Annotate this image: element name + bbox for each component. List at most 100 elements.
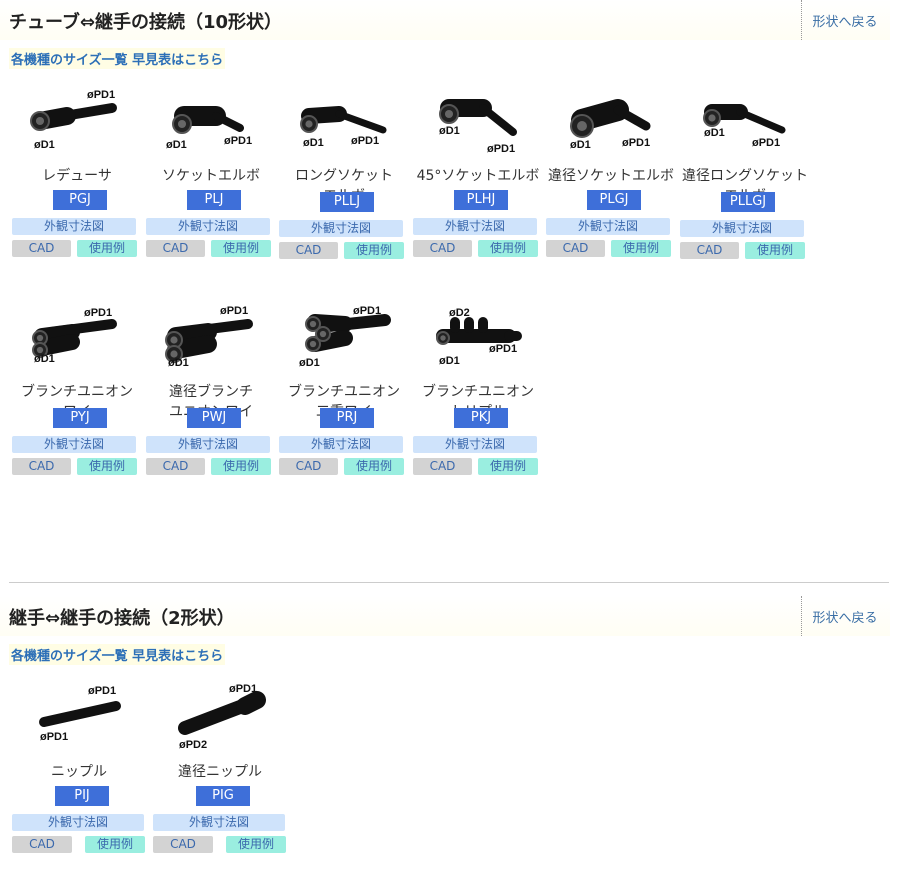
product-name[interactable]: ニップル <box>12 762 146 782</box>
product-code-badge[interactable]: PLLJ <box>320 192 374 212</box>
svg-text:øPD1: øPD1 <box>229 683 257 695</box>
svg-text:øD1: øD1 <box>303 137 324 149</box>
product-name[interactable]: レデューサ <box>12 166 142 186</box>
product-code-badge[interactable]: PIG <box>196 786 250 806</box>
branch-union-triple-icon[interactable]: øD2 øPD1 øD1 <box>413 302 543 374</box>
usage-example-button[interactable]: 使用例 <box>478 458 538 475</box>
cad-button[interactable]: CAD <box>279 458 338 475</box>
svg-text:øPD1: øPD1 <box>487 143 515 155</box>
usage-example-button[interactable]: 使用例 <box>745 242 805 259</box>
dimension-drawing-button[interactable]: 外観寸法図 <box>546 218 670 235</box>
svg-text:øD1: øD1 <box>34 139 55 151</box>
product-code-badge[interactable]: PGJ <box>53 190 107 210</box>
svg-text:øPD1: øPD1 <box>351 135 379 147</box>
usage-example-button[interactable]: 使用例 <box>226 836 286 853</box>
cad-button[interactable]: CAD <box>146 240 205 257</box>
product-code-badge[interactable]: PYJ <box>53 408 107 428</box>
reducing-long-socket-elbow-icon[interactable]: øD1 øPD1 <box>680 86 810 158</box>
cad-button[interactable]: CAD <box>546 240 605 257</box>
product-name[interactable]: 45°ソケットエルボ <box>413 166 543 186</box>
dimension-drawing-button[interactable]: 外観寸法図 <box>146 436 270 453</box>
dimension-drawing-button[interactable]: 外観寸法図 <box>413 436 537 453</box>
product-code-badge[interactable]: PIJ <box>55 786 109 806</box>
socket-elbow-icon[interactable]: øD1 øPD1 <box>146 86 276 158</box>
svg-text:øD1: øD1 <box>570 139 591 151</box>
product-card: øPD1 øD1 レデューサ PGJ 外観寸法図 CAD 使用例 <box>12 86 142 296</box>
product-code-badge[interactable]: PLLGJ <box>721 192 775 212</box>
usage-example-button[interactable]: 使用例 <box>211 458 271 475</box>
usage-example-button[interactable]: 使用例 <box>77 458 137 475</box>
product-code-badge[interactable]: PLHJ <box>454 190 508 210</box>
cad-button[interactable]: CAD <box>413 240 472 257</box>
product-name[interactable]: ソケットエルボ <box>146 166 276 186</box>
product-card: øPD1øD1違径ブランチユニオンワイPWJ外観寸法図CAD使用例 <box>146 302 276 512</box>
usage-example-button[interactable]: 使用例 <box>344 242 404 259</box>
product-card: øD1 øPD1 違径ソケットエルボ PLGJ 外観寸法図 CAD 使用例 <box>546 86 676 296</box>
svg-text:øD1: øD1 <box>704 127 725 139</box>
product-name-line: 違径ロングソケット <box>682 168 808 184</box>
svg-text:øD1: øD1 <box>299 357 320 369</box>
size-chart-link[interactable]: 各機種のサイズ一覧 早見表はこちら <box>9 48 226 69</box>
svg-text:øD1: øD1 <box>439 125 460 137</box>
cad-button[interactable]: CAD <box>12 836 72 853</box>
dimension-drawing-button[interactable]: 外観寸法図 <box>12 814 144 831</box>
usage-example-button[interactable]: 使用例 <box>77 240 137 257</box>
product-code-badge[interactable]: PWJ <box>187 408 241 428</box>
svg-text:øPD1: øPD1 <box>489 343 517 355</box>
usage-example-button[interactable]: 使用例 <box>85 836 145 853</box>
dimension-drawing-button[interactable]: 外観寸法図 <box>680 220 804 237</box>
reducing-branch-union-y-icon[interactable]: øPD1 øD1 <box>146 302 276 374</box>
product-name[interactable]: 違径ソケットエルボ <box>546 166 676 186</box>
branch-union-double-y-icon[interactable]: øPD1 øD1 <box>279 302 409 374</box>
product-name-line: 45°ソケットエルボ <box>416 168 540 184</box>
back-to-shapes-link[interactable]: 形状へ戻る <box>801 596 888 636</box>
cad-button[interactable]: CAD <box>153 836 213 853</box>
product-name-line: ブランチユニオン <box>21 384 133 400</box>
branch-union-y-icon[interactable]: øPD1 øD1 <box>12 302 142 374</box>
product-card: øD1 øPD1 45°ソケットエルボ PLHJ 外観寸法図 CAD 使用例 <box>413 86 543 296</box>
dimension-drawing-button[interactable]: 外観寸法図 <box>279 220 403 237</box>
long-socket-elbow-icon[interactable]: øD1 øPD1 <box>279 86 409 158</box>
dimension-drawing-button[interactable]: 外観寸法図 <box>153 814 285 831</box>
size-chart-link[interactable]: 各機種のサイズ一覧 早見表はこちら <box>9 644 226 665</box>
cad-button[interactable]: CAD <box>413 458 472 475</box>
back-to-shapes-link[interactable]: 形状へ戻る <box>801 0 888 40</box>
product-code-badge[interactable]: PLJ <box>187 190 241 210</box>
cad-button[interactable]: CAD <box>279 242 338 259</box>
section-title: 継手⇔継手の接続（2形状） <box>9 608 235 629</box>
product-code-badge[interactable]: PKJ <box>454 408 508 428</box>
product-card: øD1 øPD1 ソケットエルボ PLJ 外観寸法図 CAD 使用例 <box>146 86 276 296</box>
cad-button[interactable]: CAD <box>680 242 739 259</box>
svg-text:øD1: øD1 <box>34 353 55 365</box>
product-name[interactable]: 違径ニップル <box>153 762 287 782</box>
cad-button[interactable]: CAD <box>146 458 205 475</box>
section-header: チューブ⇔継手の接続（10形状） 形状へ戻る <box>0 0 890 40</box>
product-card: øD1øPD1ロングソケットエルボPLLJ外観寸法図CAD使用例 <box>279 86 409 296</box>
45deg-socket-elbow-icon[interactable]: øD1 øPD1 <box>413 86 543 158</box>
svg-text:øPD1: øPD1 <box>224 135 252 147</box>
cad-button[interactable]: CAD <box>12 240 71 257</box>
product-name-line: ロングソケット <box>295 168 393 184</box>
product-code-badge[interactable]: PRJ <box>320 408 374 428</box>
nipple-icon[interactable]: øPD1 øPD1 <box>12 682 142 754</box>
product-card: øD1øPD1違径ロングソケットエルボPLLGJ外観寸法図CAD使用例 <box>680 86 810 296</box>
product-name-line: 違径ニップル <box>178 764 262 780</box>
dimension-drawing-button[interactable]: 外観寸法図 <box>146 218 270 235</box>
dimension-drawing-button[interactable]: 外観寸法図 <box>12 218 136 235</box>
svg-text:øD1: øD1 <box>166 139 187 151</box>
dimension-drawing-button[interactable]: 外観寸法図 <box>413 218 537 235</box>
reducer-fitting-icon[interactable]: øPD1 øD1 <box>12 86 142 158</box>
dimension-drawing-button[interactable]: 外観寸法図 <box>12 436 136 453</box>
usage-example-button[interactable]: 使用例 <box>211 240 271 257</box>
product-name-line: ソケットエルボ <box>162 168 260 184</box>
dimension-drawing-button[interactable]: 外観寸法図 <box>279 436 403 453</box>
usage-example-button[interactable]: 使用例 <box>344 458 404 475</box>
usage-example-button[interactable]: 使用例 <box>478 240 538 257</box>
reducing-nipple-icon[interactable]: øPD1 øPD2 <box>153 682 283 754</box>
svg-text:øPD1: øPD1 <box>220 305 248 317</box>
cad-button[interactable]: CAD <box>12 458 71 475</box>
svg-text:øPD1: øPD1 <box>40 731 68 743</box>
usage-example-button[interactable]: 使用例 <box>611 240 671 257</box>
product-code-badge[interactable]: PLGJ <box>587 190 641 210</box>
reducing-socket-elbow-icon[interactable]: øD1 øPD1 <box>546 86 676 158</box>
